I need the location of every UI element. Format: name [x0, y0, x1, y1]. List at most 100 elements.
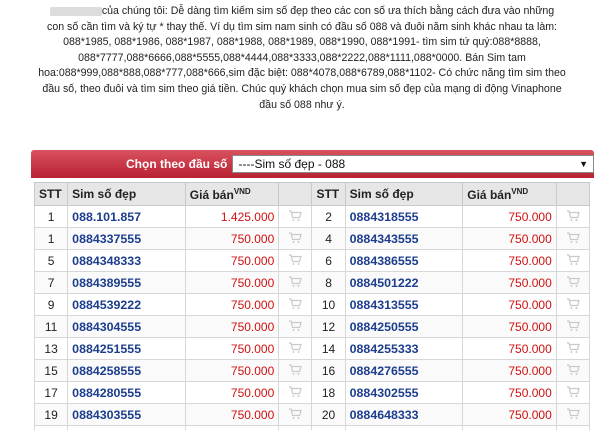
sim-number-link[interactable]: 0884501222: [344, 271, 464, 294]
row-stt: 20: [311, 403, 346, 426]
sim-number-link[interactable]: 0884280555: [67, 381, 186, 404]
sim-price: 750.000: [462, 205, 557, 228]
row-stt: 14: [311, 337, 346, 360]
sim-number-link[interactable]: 0884648333: [344, 403, 464, 426]
sim-price: 750.000: [184, 249, 280, 272]
shopping-cart-icon[interactable]: [278, 293, 313, 316]
shopping-cart-icon[interactable]: [278, 425, 313, 430]
shopping-cart-icon[interactable]: [555, 227, 590, 250]
shopping-cart-icon[interactable]: [555, 205, 590, 228]
row-stt: 13: [34, 337, 69, 360]
prefix-select[interactable]: ----Sim số đẹp - 088 ▼: [232, 155, 594, 173]
table-row: 19 0884303555 750.000 20 0884648333 750.000: [34, 403, 590, 426]
sim-number-link[interactable]: 0884255333: [344, 337, 464, 360]
shopping-cart-icon[interactable]: [278, 403, 313, 426]
shopping-cart-icon[interactable]: [278, 249, 313, 272]
sim-price: 750.000: [462, 249, 557, 272]
sim-price: 750.000: [184, 227, 280, 250]
table-row: 15 0884258555 750.000 16 0884276555 750.000: [34, 359, 590, 382]
header-stt: STT: [34, 182, 69, 206]
table-row: 1 088.101.857 1.425.000 2 0884318555 750.000: [34, 205, 590, 228]
row-stt: 15: [34, 359, 69, 382]
sim-price: 750.000: [462, 403, 557, 426]
table-row: 17 0884280555 750.000 18 0884302555 750.000: [34, 381, 590, 404]
header-cart: [278, 182, 313, 206]
sim-number-link[interactable]: 0884386555: [344, 249, 464, 272]
shopping-cart-icon[interactable]: [555, 315, 590, 338]
row-stt: 8: [311, 271, 346, 294]
shopping-cart-icon[interactable]: [555, 381, 590, 404]
sim-number-link[interactable]: 0884539222: [67, 293, 186, 316]
shopping-cart-icon[interactable]: [555, 337, 590, 360]
shopping-cart-icon[interactable]: [555, 425, 590, 430]
row-stt: 22: [311, 425, 346, 430]
row-stt: 2: [311, 205, 346, 228]
row-stt: 16: [311, 359, 346, 382]
shopping-cart-icon[interactable]: [555, 293, 590, 316]
shopping-cart-icon[interactable]: [555, 359, 590, 382]
sim-number-link[interactable]: 0884302555: [344, 381, 464, 404]
sim-price: 750.000: [462, 381, 557, 404]
intro-line-3: 088*1985, 088*1986, 088*1987, 088*1988, …: [63, 36, 541, 49]
header-sim: Sim số đẹp: [344, 182, 464, 206]
sim-number-link[interactable]: 0884303555: [67, 403, 186, 426]
sim-number-link[interactable]: 0884389555: [67, 271, 186, 294]
sim-number-link[interactable]: 0884337555: [67, 227, 186, 250]
shopping-cart-icon[interactable]: [278, 205, 313, 228]
sim-price: 750.000: [184, 381, 280, 404]
intro-line-7: đầu số 088 như ý.: [259, 98, 345, 111]
sim-price: 750.000: [462, 227, 557, 250]
sim-table: STT Sim số đẹp Giá bánVND STT Sim số đẹp…: [34, 182, 590, 430]
row-stt: 5: [34, 249, 69, 272]
table-row: 7 0884389555 750.000 8 0884501222 750.000: [34, 271, 590, 294]
shopping-cart-icon[interactable]: [555, 403, 590, 426]
shopping-cart-icon[interactable]: [278, 315, 313, 338]
shopping-cart-icon[interactable]: [555, 271, 590, 294]
sim-table-wrap: STT Sim số đẹp Giá bánVND STT Sim số đẹp…: [34, 182, 590, 430]
row-stt: 11: [34, 315, 69, 338]
row-stt: 10: [311, 293, 346, 316]
sim-number-link[interactable]: 0884313555: [344, 293, 464, 316]
blurred-site-name: [49, 6, 102, 16]
sim-number-link[interactable]: 0884318555: [344, 205, 464, 228]
filter-bar: Chọn theo đầu số ----Sim số đẹp - 088 ▼: [31, 150, 594, 178]
shopping-cart-icon[interactable]: [278, 227, 313, 250]
row-stt: 6: [311, 249, 346, 272]
shopping-cart-icon[interactable]: [278, 271, 313, 294]
sim-number-link[interactable]: 0884661222: [344, 425, 464, 430]
header-stt: STT: [311, 182, 346, 206]
sim-number-link[interactable]: 0884304555: [67, 315, 186, 338]
row-stt: 9: [34, 293, 69, 316]
sim-price: 750.000: [462, 337, 557, 360]
shopping-cart-icon[interactable]: [278, 359, 313, 382]
shopping-cart-icon[interactable]: [555, 249, 590, 272]
row-stt: 7: [34, 271, 69, 294]
header-sim: Sim số đẹp: [67, 182, 186, 206]
prefix-select-value: ----Sim số đẹp - 088: [238, 157, 346, 171]
sim-number-link[interactable]: 0884348333: [67, 249, 186, 272]
header-price: Giá bánVND: [184, 182, 280, 206]
sim-price: 750.000: [462, 293, 557, 316]
row-stt: 1: [34, 205, 69, 228]
intro-line-6: đầu số, theo đuôi và tìm sim theo giá ti…: [42, 82, 562, 95]
sim-price: 750.000: [462, 425, 557, 430]
sim-number-link[interactable]: 0884343555: [344, 227, 464, 250]
sim-price: 750.000: [184, 403, 280, 426]
table-row: 1 0884337555 750.000 4 0884343555 750.000: [34, 227, 590, 250]
chevron-down-icon: ▼: [579, 159, 588, 169]
row-stt: 12: [311, 315, 346, 338]
sim-price: 750.000: [462, 271, 557, 294]
sim-number-link[interactable]: 0884251555: [67, 337, 186, 360]
sim-number-link[interactable]: 0884570555: [67, 425, 186, 430]
shopping-cart-icon[interactable]: [278, 337, 313, 360]
sim-price: 750.000: [184, 425, 280, 430]
sim-number-link[interactable]: 0884276555: [344, 359, 464, 382]
row-stt: 18: [311, 381, 346, 404]
row-stt: 21: [34, 425, 69, 430]
sim-number-link[interactable]: 0884258555: [67, 359, 186, 382]
row-stt: 17: [34, 381, 69, 404]
sim-number-link[interactable]: 088.101.857: [67, 205, 186, 228]
shopping-cart-icon[interactable]: [278, 381, 313, 404]
sim-number-link[interactable]: 0884250555: [344, 315, 464, 338]
intro-line-2: con số cần tìm và ký tự * thay thế. Ví d…: [47, 20, 557, 33]
